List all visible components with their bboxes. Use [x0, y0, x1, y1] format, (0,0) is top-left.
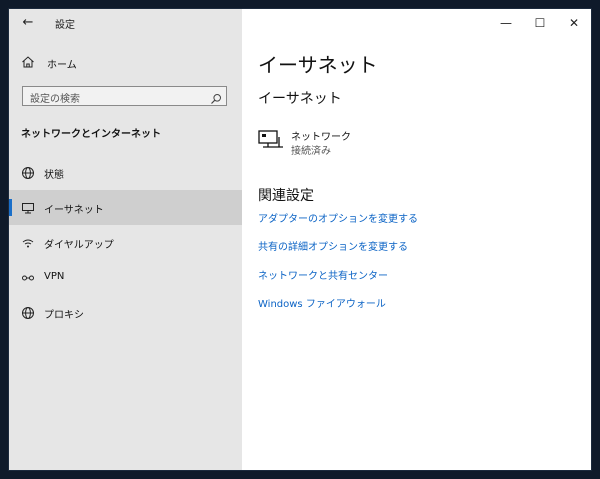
home-icon: [21, 54, 35, 73]
search-icon[interactable]: [210, 90, 222, 109]
link-network-sharing-center[interactable]: ネットワークと共有センター: [258, 267, 388, 282]
section-heading: イーサネット: [258, 91, 342, 107]
globe-icon: [21, 305, 35, 319]
home-link[interactable]: ホーム: [21, 55, 77, 71]
search-placeholder: 設定の検索: [30, 94, 80, 105]
back-arrow-icon: ←: [22, 15, 34, 30]
window-controls: — ☐ ✕: [489, 9, 591, 37]
maximize-icon: ☐: [534, 16, 546, 30]
sidebar-item-ethernet[interactable]: イーサネット: [9, 190, 242, 225]
settings-window: ← 設定 ホーム 設定の検索 ネットワークとインターネット 状態 イーサネット …: [9, 9, 591, 470]
dialup-icon: [21, 235, 35, 249]
page-title: イーサネット: [258, 53, 378, 77]
maximize-button[interactable]: ☐: [523, 9, 557, 37]
network-monitor-icon: [258, 130, 284, 156]
app-title: 設定: [55, 20, 75, 31]
section-title: ネットワークとインターネット: [21, 129, 161, 140]
globe-status-icon: [21, 165, 35, 179]
titlebar-left: ← 設定: [9, 9, 242, 37]
sidebar-item-proxy[interactable]: プロキシ: [9, 295, 242, 330]
network-adapter[interactable]: ネットワーク 接続済み: [258, 126, 438, 162]
link-adapter-options[interactable]: アダプターのオプションを変更する: [258, 210, 418, 225]
close-button[interactable]: ✕: [557, 9, 591, 37]
sidebar-item-label: イーサネット: [44, 205, 104, 216]
search-input[interactable]: 設定の検索: [22, 86, 227, 106]
adapter-status: 接続済み: [291, 146, 331, 157]
adapter-name: ネットワーク: [291, 132, 351, 143]
related-settings-heading: 関連設定: [258, 188, 314, 204]
selection-indicator: [9, 199, 12, 216]
link-windows-firewall[interactable]: Windows ファイアウォール: [258, 295, 386, 310]
sidebar-item-label: VPN: [44, 271, 65, 282]
sidebar: ← 設定 ホーム 設定の検索 ネットワークとインターネット 状態 イーサネット …: [9, 9, 242, 470]
back-button[interactable]: ←: [19, 15, 37, 31]
minimize-button[interactable]: —: [489, 9, 523, 37]
sidebar-item-vpn[interactable]: VPN: [9, 260, 242, 295]
sidebar-item-status[interactable]: 状態: [9, 155, 242, 190]
sidebar-item-label: ダイヤルアップ: [44, 240, 114, 251]
sidebar-item-label: 状態: [44, 170, 64, 181]
sidebar-item-dialup[interactable]: ダイヤルアップ: [9, 225, 242, 260]
sidebar-item-label: プロキシ: [44, 310, 84, 321]
home-label: ホーム: [47, 59, 77, 71]
minimize-icon: —: [500, 16, 512, 30]
close-icon: ✕: [568, 16, 580, 30]
vpn-icon: [21, 270, 35, 284]
main-content: — ☐ ✕ イーサネット イーサネット ネットワーク 接続済み 関連設定 アダプ…: [242, 9, 591, 470]
monitor-icon: [21, 200, 35, 214]
link-advanced-sharing[interactable]: 共有の詳細オプションを変更する: [258, 238, 408, 253]
